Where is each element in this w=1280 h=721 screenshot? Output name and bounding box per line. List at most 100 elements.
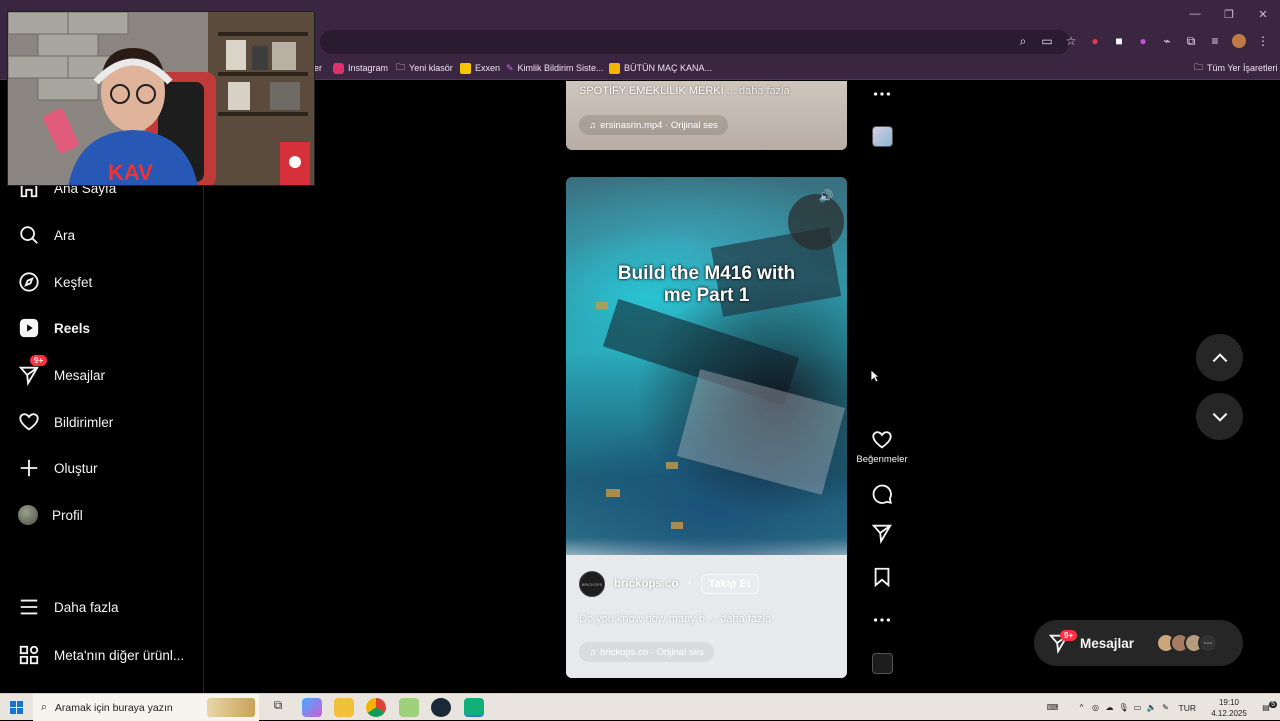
volume-icon[interactable]: 🔈 [1145, 703, 1159, 712]
comment-icon [872, 484, 892, 504]
steam-icon[interactable] [431, 698, 451, 717]
tray-app-icon[interactable]: ◎ [1089, 703, 1103, 712]
chrome-icon[interactable] [366, 698, 386, 717]
more-options-button[interactable] [862, 609, 902, 631]
bookmark-exxen[interactable]: Exxen [460, 60, 500, 76]
microphone-icon[interactable]: 🎙 [1117, 703, 1131, 712]
extension-vd-icon[interactable]: ⌁ [1158, 32, 1176, 50]
app-icon[interactable] [399, 698, 419, 717]
all-bookmarks[interactable]: 🗀 Tüm Yer İşaretleri [1194, 60, 1278, 76]
taskbar-search[interactable]: ⌕ Aramak için buraya yazın [33, 694, 259, 721]
audio-thumbnail[interactable] [872, 653, 893, 674]
network-icon[interactable]: ▭ [1131, 703, 1145, 712]
media-icon[interactable]: ≡ [1206, 32, 1224, 50]
extensions-puzzle-icon[interactable]: ⧉ [1182, 32, 1200, 50]
reel-video[interactable]: 🔊 Build the M416 with me Part 1 BRICKOPS… [566, 177, 847, 678]
previous-reel-button[interactable] [1196, 334, 1243, 381]
messages-label: Mesajlar [1080, 635, 1135, 651]
bookmark-mac-kanal[interactable]: BÜTÜN MAÇ KANA... [609, 60, 712, 76]
volume-icon[interactable]: 🔊 [817, 189, 835, 207]
music-note-icon: ♫ [589, 646, 597, 658]
more-avatars: ⋯ [1198, 633, 1219, 653]
tray-extra-icon[interactable]: ✎ [1159, 703, 1173, 712]
nav-profile[interactable]: Profil [18, 500, 83, 530]
feather-icon: ✎ [506, 62, 514, 73]
nav-reels[interactable]: Reels [18, 313, 90, 343]
avatar-stack: ⋯ [1156, 633, 1219, 653]
bookmark-instagram[interactable]: Instagram [333, 60, 388, 76]
previous-reel-audio[interactable]: ♫ ersinasrin.mp4 · Orijinal ses [579, 115, 728, 135]
extension-red-icon[interactable]: ● [1086, 32, 1104, 50]
plus-icon [20, 459, 38, 477]
reel-title-overlay: Build the M416 with me Part 1 [617, 263, 796, 306]
reel-video-frame [566, 194, 847, 678]
file-explorer-icon[interactable] [334, 698, 354, 717]
task-view-icon[interactable]: ⧉ [268, 698, 288, 717]
grid-shapes-icon [19, 645, 39, 665]
nav-messages[interactable]: 9+ Mesajlar [18, 355, 105, 390]
keyboard-icon[interactable]: ⌨ [1045, 703, 1061, 712]
clock[interactable]: 19:10 4.12.2025 [1206, 697, 1252, 719]
chevron-up-icon[interactable]: ^ [1075, 703, 1089, 712]
more-link[interactable]: ... daha fazla [727, 85, 790, 97]
nav-create[interactable]: Oluştur [18, 453, 98, 483]
system-tray: ⌨ ^ ◎ ☁ 🎙 ▭ 🔈 ✎ TUR 19:10 4.12.2025 ▤ 5 [1045, 694, 1280, 721]
save-button[interactable] [862, 566, 902, 588]
messages-badge: 9+ [1060, 630, 1078, 641]
windows-start-icon[interactable] [10, 701, 23, 714]
chevron-up-icon [1212, 352, 1227, 362]
bookmark-kimlik[interactable]: ✎ Kimlik Bildirim Siste... [506, 60, 604, 76]
exxen-icon [460, 62, 471, 74]
extension-purple-icon[interactable]: ● [1134, 32, 1152, 50]
nav-notifications[interactable]: Bildirimler [18, 407, 113, 437]
avatar[interactable]: BRICKOPS [579, 571, 605, 597]
language-indicator[interactable]: TUR [1179, 703, 1196, 713]
nav-meta-products[interactable]: Meta'nın diğer ürünl... [18, 640, 184, 670]
comment-button[interactable] [862, 483, 902, 505]
follow-button[interactable]: Takip Et [700, 574, 759, 594]
nav-search[interactable]: Ara [18, 220, 75, 250]
nav-more[interactable]: Daha fazla [18, 592, 119, 622]
more-link[interactable]: ... daha fazla [708, 613, 771, 625]
svg-text:KAV: KAV [108, 160, 153, 185]
bookmark-folder[interactable]: 🗀 Yeni klasör [396, 60, 453, 76]
notification-center-icon[interactable]: ▤ 5 [1258, 701, 1277, 712]
bookmark-item[interactable]: er [314, 60, 322, 76]
messenger-icon [18, 366, 39, 386]
zoom-icon[interactable]: ⌕ [1014, 32, 1032, 50]
heart-icon [19, 413, 39, 431]
next-reel-button[interactable] [1196, 393, 1243, 440]
menu-kebab-icon[interactable]: ⋮ [1254, 32, 1272, 50]
previous-audio-thumbnail[interactable] [872, 126, 893, 147]
notification-count: 5 [1269, 701, 1277, 708]
cast-icon[interactable]: ▭ [1038, 32, 1056, 50]
folder-icon: 🗀 [396, 62, 406, 72]
chevron-down-icon [1212, 412, 1227, 422]
share-button[interactable] [862, 522, 902, 544]
close-icon[interactable]: ✕ [1246, 0, 1280, 28]
window-controls: — ❐ ✕ [1178, 0, 1280, 28]
nav-explore[interactable]: Keşfet [18, 267, 92, 297]
messages-badge: 9+ [30, 355, 48, 366]
minimize-icon[interactable]: — [1178, 0, 1212, 28]
webcam-overlay: KAV [7, 11, 315, 186]
extension-white-icon[interactable]: ■ [1110, 32, 1128, 50]
copilot-icon[interactable] [302, 698, 322, 717]
separator-dot: • [687, 578, 692, 590]
messages-pill[interactable]: 9+ Mesajlar ⋯ [1034, 620, 1243, 666]
search-highlight-image [207, 698, 255, 717]
address-bar[interactable] [320, 30, 1070, 54]
bookmark-star-icon[interactable]: ☆ [1062, 32, 1080, 50]
webcam-image: KAV [8, 12, 314, 185]
reel-audio[interactable]: ♫ brickops.co · Orijinal ses [579, 642, 714, 662]
instagram-icon [333, 62, 344, 74]
onedrive-icon[interactable]: ☁ [1103, 703, 1117, 712]
reel-username[interactable]: brickops.co [614, 578, 679, 590]
restore-icon[interactable]: ❐ [1212, 0, 1246, 28]
like-button[interactable]: Beğenmeler [856, 429, 908, 465]
active-app-icon[interactable] [464, 698, 484, 717]
previous-more-button[interactable] [862, 83, 902, 105]
search-icon [20, 226, 38, 244]
profile-avatar[interactable] [1230, 32, 1248, 50]
previous-reel[interactable]: SPOTİFY EMEKLİLİK MERKİ ... daha fazla ♫… [566, 81, 847, 150]
